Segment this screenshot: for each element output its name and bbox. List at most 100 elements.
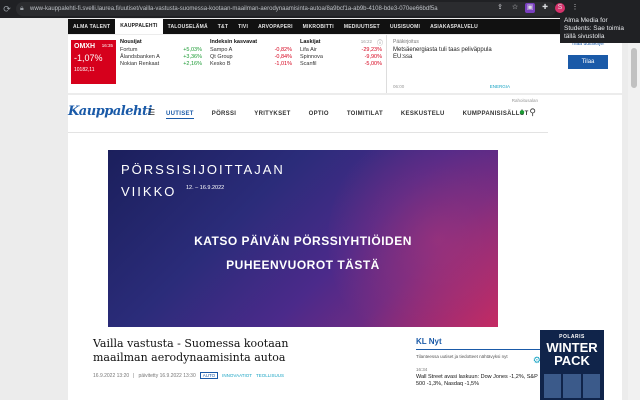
network-link[interactable]: ASIAKASPALVELU xyxy=(425,24,483,30)
stock-row[interactable]: Spinnova -9,90% xyxy=(300,54,382,61)
network-link[interactable]: UUSISUOMI xyxy=(385,24,425,30)
stock-change: -29,23% xyxy=(361,47,383,53)
promo-banner[interactable]: PÖRSSISIJOITTAJAN VIIKKO 12. – 16.9.2022… xyxy=(108,150,498,327)
stock-row[interactable]: Nokian Renkaat +2,16% xyxy=(120,61,202,68)
nav-item[interactable]: YRITYKSET xyxy=(254,111,290,119)
profile-icon[interactable]: S xyxy=(555,3,565,13)
side-ad[interactable]: POLARIS WINTER PACK xyxy=(540,330,604,400)
editorial-source[interactable]: ENERGIA xyxy=(490,84,510,89)
puzzle-icon[interactable]: ✚ xyxy=(540,3,550,13)
network-link[interactable]: KAUPPALEHTI xyxy=(115,19,163,34)
feed-item-title[interactable]: Wall Street avasi laskuun: Dow Jones -1,… xyxy=(416,374,541,388)
nav-item[interactable]: PÖRSSI xyxy=(212,111,236,119)
stock-name: Spinnova xyxy=(300,54,323,60)
banner-line1: PÖRSSISIJOITTAJAN xyxy=(121,162,285,177)
site-logo[interactable]: Kauppalehti xyxy=(68,104,152,119)
nav-item[interactable]: UUTISET xyxy=(166,111,194,119)
header-tagline: Rahoitusalan xyxy=(511,98,538,103)
network-link[interactable]: TIVI xyxy=(233,24,253,30)
subscribe-button[interactable]: Tilaa xyxy=(568,55,608,69)
index-name: OMXH xyxy=(74,43,95,50)
stock-name: Kesko B xyxy=(210,61,231,67)
weighted-list: Indeksin kasvavat Sampo A -0,82% Qt Group -… xyxy=(206,35,296,93)
editorial-teaser[interactable]: Pääkirjoitus Metsäenergiasta tuli taas p… xyxy=(386,35,516,93)
network-link[interactable]: ARVOPAPERI xyxy=(253,24,298,30)
scrollbar[interactable] xyxy=(628,18,640,400)
editorial-time: 06:00 xyxy=(393,84,405,89)
feed-time: 16:34 xyxy=(416,367,428,372)
stock-name: Lifa Air xyxy=(300,47,317,53)
header-divider xyxy=(68,132,548,133)
network-link[interactable]: MIKROBITTI xyxy=(298,24,339,30)
article-date: 16.9.2022 13:20 xyxy=(93,372,130,379)
falling-list: Laskijat 16:22 ⓘ Lifa Air -29,23% Spinnova… xyxy=(296,35,386,93)
address-bar[interactable]: 🔒︎ www-kauppalehti-fi.svelli.laurea.fi/u… xyxy=(16,2,556,16)
stock-row[interactable]: Kesko B -1,01% xyxy=(210,61,292,68)
stock-name: Qt Group xyxy=(210,54,233,60)
banner-date: 12. – 16.9.2022 xyxy=(186,185,225,191)
stock-name: Fortum xyxy=(120,47,138,53)
share-icon[interactable]: ⇪ xyxy=(495,3,505,13)
tag-auto[interactable]: AUTO xyxy=(199,372,219,379)
extension-tooltip: Alma Media for Students: Sae toimia täll… xyxy=(560,15,640,43)
tag-teollisuus[interactable]: TEOLLISUUS xyxy=(256,373,284,378)
tag-innovaatiot[interactable]: INNOVAATIOT xyxy=(222,373,252,378)
hamburger-menu-icon[interactable]: ☰ xyxy=(148,108,155,117)
feed-subtitle: Tilanteessa uutiset ja tiedotteet nähtäv… xyxy=(416,354,508,359)
nav-item[interactable]: OPTIO xyxy=(309,111,329,119)
stock-change: +2,16% xyxy=(183,61,202,67)
stock-change: +5,03% xyxy=(183,47,202,53)
ad-title: WINTER PACK xyxy=(546,340,598,368)
stock-name: Sampo A xyxy=(210,47,233,53)
menu-icon[interactable]: ⋮ xyxy=(570,3,580,13)
index-change: -1,07% xyxy=(74,53,103,63)
network-link[interactable]: ALMA TALENT xyxy=(68,24,115,30)
article-header: Vailla vastusta - Suomessa kootaan maail… xyxy=(93,337,323,379)
info-icon[interactable]: ⓘ xyxy=(377,38,383,47)
market-strip: OMXH 16:35 -1,07% 10182,11 Nousijat Fort… xyxy=(68,35,622,93)
article-title: Vailla vastusta - Suomessa kootaan maail… xyxy=(93,337,289,364)
stock-change: -9,90% xyxy=(364,54,382,60)
back-icon[interactable]: ⟳ xyxy=(0,4,14,15)
banner-headline2: PUHEENVUOROT TÄSTÄ xyxy=(226,258,380,272)
user-icon[interactable]: ● xyxy=(519,107,525,118)
nav-item[interactable]: KESKUSTELU xyxy=(401,111,445,119)
newsletter-box: Tilaa uutiskirje! Tilaa xyxy=(558,35,618,93)
stock-row[interactable]: Qt Group -0,84% xyxy=(210,54,292,61)
editorial-title[interactable]: Metsäenergiasta tuli taas peliväppula EU… xyxy=(393,47,510,61)
network-link[interactable]: TALOUSELÄMÄ xyxy=(163,24,213,30)
stock-row[interactable]: Scanfil -5,00% xyxy=(300,61,382,68)
site-header: Kauppalehti ☰ UUTISET PÖRSSI YRITYKSET OPTI… xyxy=(68,95,622,133)
stock-change: -0,82% xyxy=(274,47,292,53)
stock-name: Scanfil xyxy=(300,61,317,67)
rising-title: Nousijat xyxy=(120,39,142,45)
stock-row[interactable]: Lifa Air -29,23% xyxy=(300,47,382,54)
stock-change: +3,36% xyxy=(183,54,202,60)
falling-time: 16:22 xyxy=(360,39,372,44)
index-value: 10182,11 xyxy=(74,67,95,73)
weighted-title: Indeksin kasvavat xyxy=(210,39,258,45)
network-link[interactable]: MEDIUUTISET xyxy=(339,24,385,30)
star-icon[interactable]: ☆ xyxy=(510,3,520,13)
network-nav: ALMA TALENT KAUPPALEHTI TALOUSELÄMÄ T&T TIVI… xyxy=(68,19,622,34)
banner-line2: VIIKKO xyxy=(121,184,177,199)
main-content: Kauppalehti ☰ UUTISET PÖRSSI YRITYKSET OPTI… xyxy=(68,95,622,400)
ad-images xyxy=(544,374,600,398)
scrollbar-thumb[interactable] xyxy=(631,48,637,88)
index-box[interactable]: OMXH 16:35 -1,07% 10182,11 xyxy=(71,40,116,84)
stock-change: -1,01% xyxy=(274,61,292,67)
index-time: 16:35 xyxy=(101,43,113,48)
stock-row[interactable]: Sampo A -0,82% xyxy=(210,47,292,54)
lock-icon: 🔒︎ xyxy=(20,5,24,12)
extension-icon[interactable]: ▣ xyxy=(525,3,535,13)
search-icon[interactable]: ⚲ xyxy=(529,107,536,118)
nav-item[interactable]: TOIMITILAT xyxy=(347,111,383,119)
stock-name: Ålandsbanken A xyxy=(120,54,160,60)
network-link[interactable]: T&T xyxy=(213,24,233,30)
news-feed: KL Nyt Tilanteessa uutiset ja tiedotteet… xyxy=(416,337,541,388)
stock-change: -5,00% xyxy=(364,61,382,67)
stock-row[interactable]: Fortum +5,03% xyxy=(120,47,202,54)
stock-row[interactable]: Ålandsbanken A +3,36% xyxy=(120,54,202,61)
stock-change: -0,84% xyxy=(274,54,292,60)
feed-heading[interactable]: KL Nyt xyxy=(416,337,541,350)
